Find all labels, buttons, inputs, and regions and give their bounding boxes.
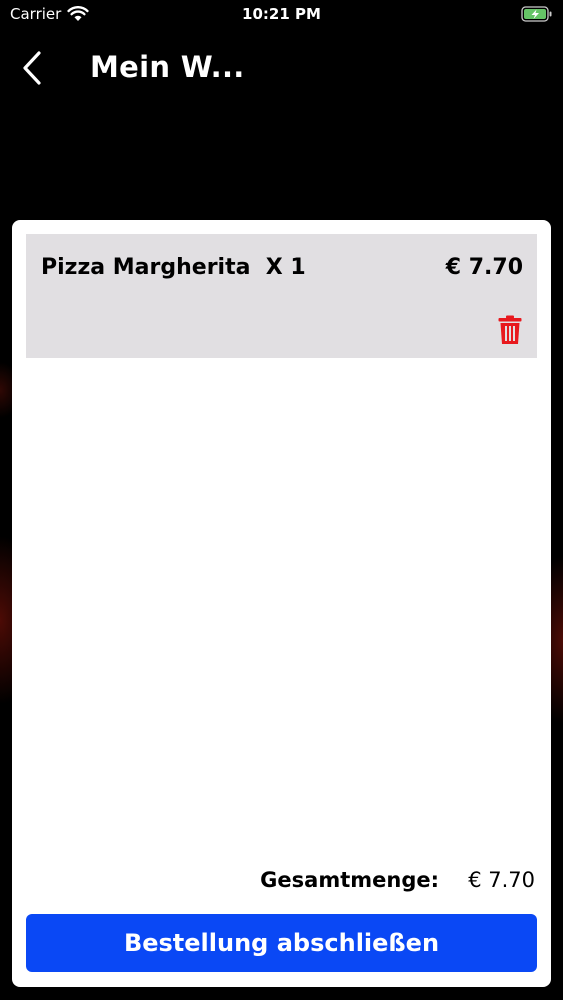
battery-charging-icon — [521, 6, 552, 22]
total-row: Gesamtmenge: € 7.70 — [12, 868, 551, 898]
total-label: Gesamtmenge: — [260, 868, 439, 892]
cart-item: Pizza Margherita X 1 € 7.70 — [26, 234, 537, 358]
delete-item-button[interactable] — [497, 314, 523, 346]
total-value: € 7.70 — [468, 868, 535, 892]
checkout-button[interactable]: Bestellung abschließen — [26, 914, 537, 972]
item-price: € 7.70 — [445, 255, 523, 280]
navigation-bar: Mein W... — [0, 40, 563, 100]
back-button[interactable] — [14, 48, 50, 88]
item-name: Pizza Margherita X 1 — [41, 255, 306, 280]
page-title: Mein W... — [90, 50, 245, 84]
trash-icon — [498, 315, 522, 344]
cart-card: Pizza Margherita X 1 € 7.70 Gesamtmenge:… — [12, 220, 551, 987]
status-time: 10:21 PM — [242, 5, 321, 23]
chevron-left-icon — [23, 51, 41, 85]
status-bar: Carrier 10:21 PM — [0, 0, 563, 30]
